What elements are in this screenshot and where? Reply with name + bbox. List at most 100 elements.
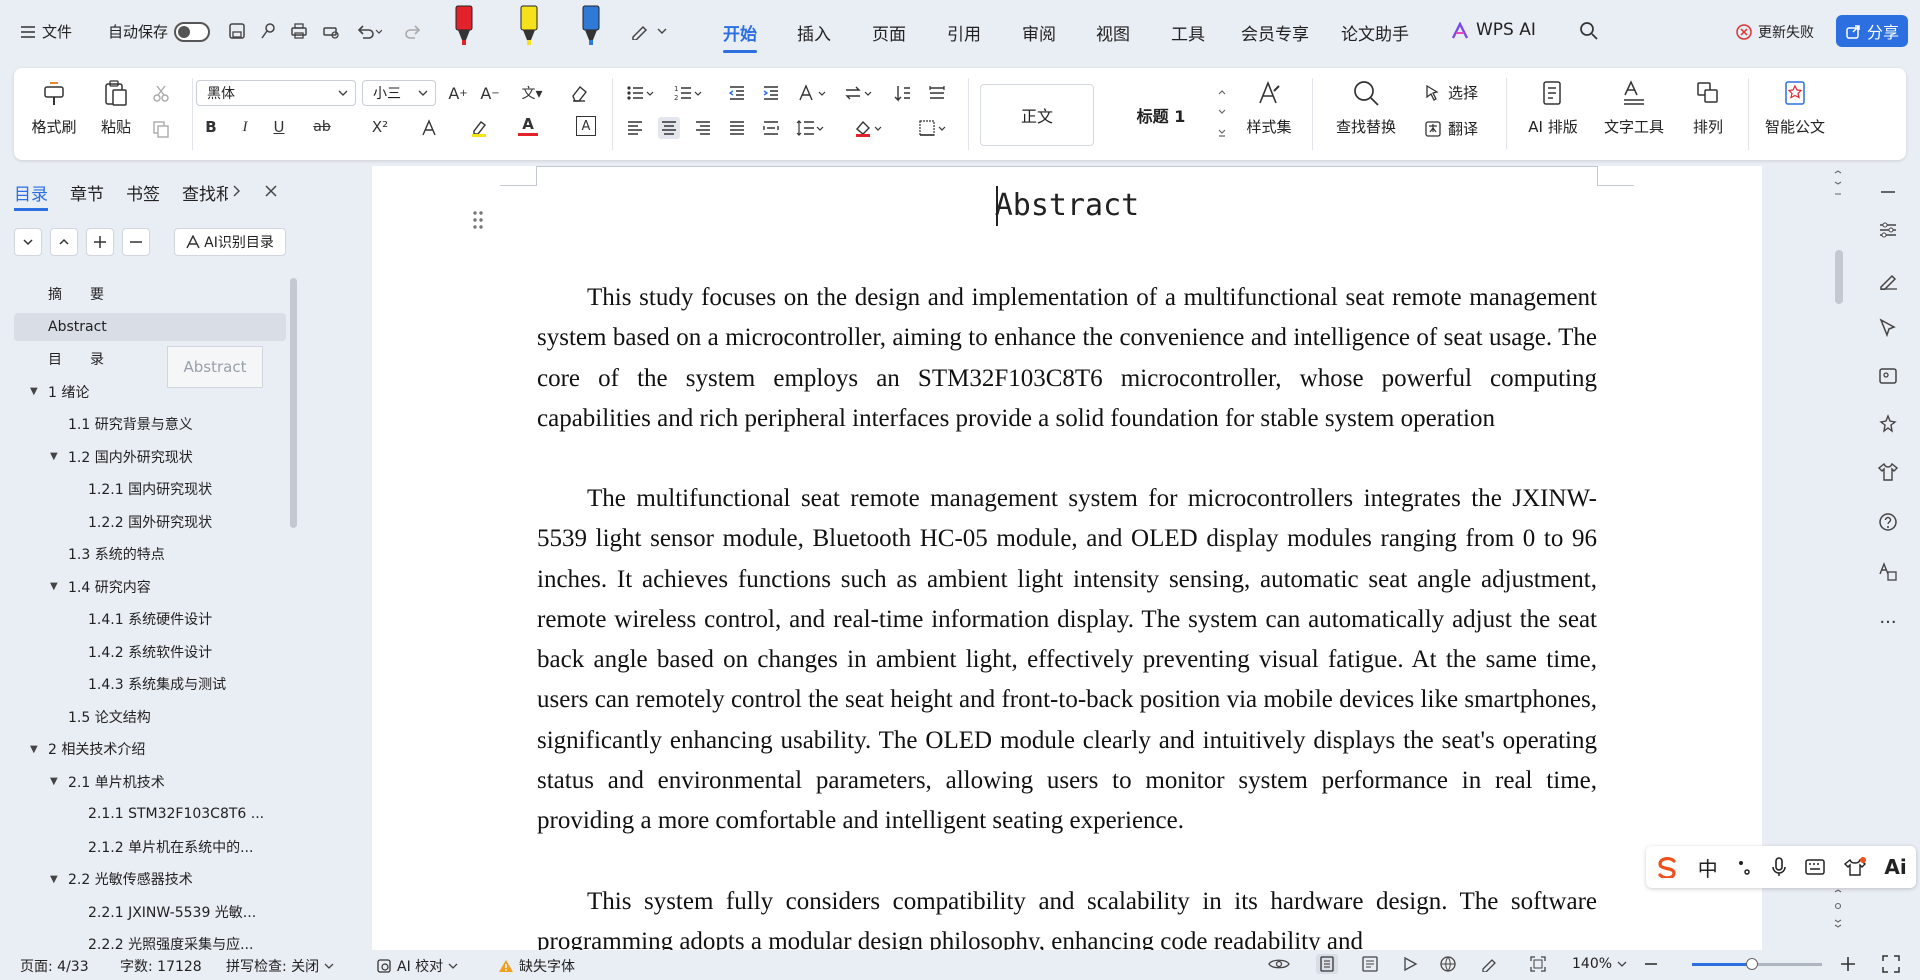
save-icon[interactable] <box>228 22 246 40</box>
tab-insert[interactable]: 插入 <box>797 20 831 45</box>
keyboard-icon[interactable] <box>1805 858 1826 876</box>
toc-item[interactable]: 1.4.1 系统硬件设计 <box>14 605 286 633</box>
page-title[interactable]: Abstract <box>372 188 1762 223</box>
word-count[interactable]: 字数: 17128 <box>120 956 202 976</box>
pointer-icon[interactable] <box>1876 316 1900 340</box>
grow-font-icon[interactable]: A + <box>446 82 470 104</box>
file-menu[interactable]: 文件 <box>20 21 72 42</box>
web-view-icon[interactable] <box>1440 956 1456 972</box>
autosave-toggle[interactable]: 自动保存 <box>108 21 211 42</box>
tab-tools[interactable]: 工具 <box>1171 20 1205 45</box>
select-button[interactable]: 选择 <box>1424 82 1478 103</box>
highlight-icon[interactable] <box>470 119 488 137</box>
expand-triangle-icon[interactable]: ▼ <box>50 451 58 462</box>
expand-triangle-icon[interactable]: ▼ <box>50 874 58 885</box>
tab-review[interactable]: 审阅 <box>1022 20 1056 45</box>
tab-wps-ai[interactable]: WPS AI <box>1476 20 1536 40</box>
tab-find[interactable]: 查找和 <box>182 180 228 205</box>
red-marker-icon[interactable] <box>453 4 475 46</box>
share-button[interactable]: 分享 <box>1836 15 1908 47</box>
format-painter-button[interactable]: 格式刷 <box>28 76 80 137</box>
align-center-icon[interactable] <box>658 117 680 139</box>
pen-icon[interactable] <box>630 22 670 40</box>
expand-triangle-icon[interactable]: ▼ <box>50 581 58 592</box>
share-link-icon[interactable] <box>259 22 277 40</box>
ai-proofread-button[interactable]: AI 校对 <box>376 956 458 976</box>
numbered-list-icon[interactable]: 12 <box>674 84 702 102</box>
pinyin-guide-icon[interactable]: 文▾ <box>512 82 552 104</box>
tab-thesis-assistant[interactable]: 论文助手 <box>1341 20 1409 45</box>
sort-icon[interactable] <box>894 84 912 102</box>
punctuation-icon[interactable] <box>1736 858 1752 876</box>
underline-button[interactable]: U <box>268 116 290 138</box>
align-right-icon[interactable] <box>694 119 712 137</box>
expand-triangle-icon[interactable]: ▼ <box>30 386 38 397</box>
text-effect-icon[interactable] <box>420 119 438 137</box>
decrease-indent-icon[interactable] <box>728 84 746 102</box>
clear-format-icon[interactable] <box>570 84 588 102</box>
microphone-icon[interactable] <box>1771 857 1787 877</box>
tab-page[interactable]: 页面 <box>872 20 906 45</box>
yellow-marker-icon[interactable] <box>518 4 540 46</box>
increase-indent-icon[interactable] <box>762 84 780 102</box>
translate-side-icon[interactable] <box>1876 560 1900 584</box>
add-heading-button[interactable] <box>86 228 114 256</box>
tab-chapters[interactable]: 章节 <box>70 180 104 205</box>
skin-icon[interactable] <box>1843 857 1866 877</box>
eye-protection-icon[interactable] <box>1268 956 1290 972</box>
cut-icon[interactable] <box>152 84 170 102</box>
superscript-button[interactable]: X² <box>368 116 392 138</box>
ime-chinese-mode[interactable]: 中 <box>1698 853 1718 882</box>
style-set-button[interactable]: 样式集 <box>1240 76 1298 137</box>
copy-icon[interactable] <box>152 120 170 138</box>
abstract-paragraph-2[interactable]: The multifunctional seat remote manageme… <box>537 479 1597 842</box>
strikethrough-button[interactable]: ab <box>310 116 334 138</box>
distributed-icon[interactable] <box>762 119 780 137</box>
document-scrollbar[interactable] <box>1835 250 1843 304</box>
border-icon[interactable] <box>918 119 946 137</box>
remove-heading-button[interactable] <box>122 228 150 256</box>
toc-item[interactable]: 1.1 研究背景与意义 <box>14 410 286 438</box>
collapse-button[interactable] <box>14 228 42 256</box>
blue-marker-icon[interactable] <box>580 4 602 46</box>
arrange-button[interactable]: 排列 <box>1680 76 1736 137</box>
zoom-select[interactable]: 140% <box>1572 956 1627 972</box>
toc-item[interactable]: 1.4.2 系统软件设计 <box>14 638 286 666</box>
toc-item[interactable]: 2.1.1 STM32F103C8T6 ... <box>14 800 286 828</box>
shirt-icon[interactable] <box>1876 460 1900 484</box>
print-preview-icon[interactable] <box>322 22 340 40</box>
document-canvas[interactable]: Abstract This study focuses on the desig… <box>372 166 1762 950</box>
toc-item[interactable]: 1.3 系统的特点 <box>14 540 286 568</box>
zoom-slider[interactable] <box>1692 958 1822 970</box>
undo-icon[interactable] <box>356 22 382 40</box>
zoom-slider-thumb[interactable] <box>1746 958 1759 970</box>
zoom-in-icon[interactable] <box>1840 956 1856 972</box>
tab-toc[interactable]: 目录 <box>14 180 48 211</box>
play-icon[interactable] <box>1402 956 1418 972</box>
paste-button[interactable]: 粘贴 <box>90 76 142 137</box>
update-failed-status[interactable]: 更新失败 <box>1736 22 1814 42</box>
text-tools-button[interactable]: 文字工具 <box>1598 76 1670 137</box>
fit-page-icon[interactable] <box>1530 956 1546 972</box>
style-normal[interactable]: 正文 <box>980 84 1094 146</box>
print-icon[interactable] <box>290 22 308 40</box>
magic-star-icon[interactable] <box>1876 412 1900 436</box>
find-replace-button[interactable]: 查找替换 <box>1330 76 1402 137</box>
character-border-icon[interactable]: A <box>576 116 596 136</box>
toc-item[interactable]: 1.2.2 国外研究现状 <box>14 508 286 536</box>
smart-doc-button[interactable]: 智能公文 <box>1760 76 1830 137</box>
font-color-button[interactable]: A <box>518 114 538 136</box>
toc-item[interactable]: Abstract <box>14 312 286 341</box>
toc-item[interactable]: 2.1.2 单片机在系统中的... <box>14 833 286 861</box>
toc-item[interactable]: 1.5 论文结构 <box>14 703 286 731</box>
search-icon[interactable] <box>1579 21 1599 41</box>
missing-font-warning[interactable]: 缺失字体 <box>498 956 575 976</box>
ai-toc-button[interactable]: AI识别目录 <box>174 228 286 256</box>
toc-item[interactable]: ▼ 1.4 研究内容 <box>14 573 286 601</box>
page-count[interactable]: 页面: 4/33 <box>20 956 89 976</box>
font-size-select[interactable]: 小三 <box>362 80 436 106</box>
toc-item[interactable]: ▼ 1.2 国内外研究现状 <box>14 443 286 471</box>
justify-icon[interactable] <box>728 119 746 137</box>
fullscreen-icon[interactable] <box>1882 955 1900 973</box>
tab-home[interactable]: 开始 <box>723 20 757 53</box>
